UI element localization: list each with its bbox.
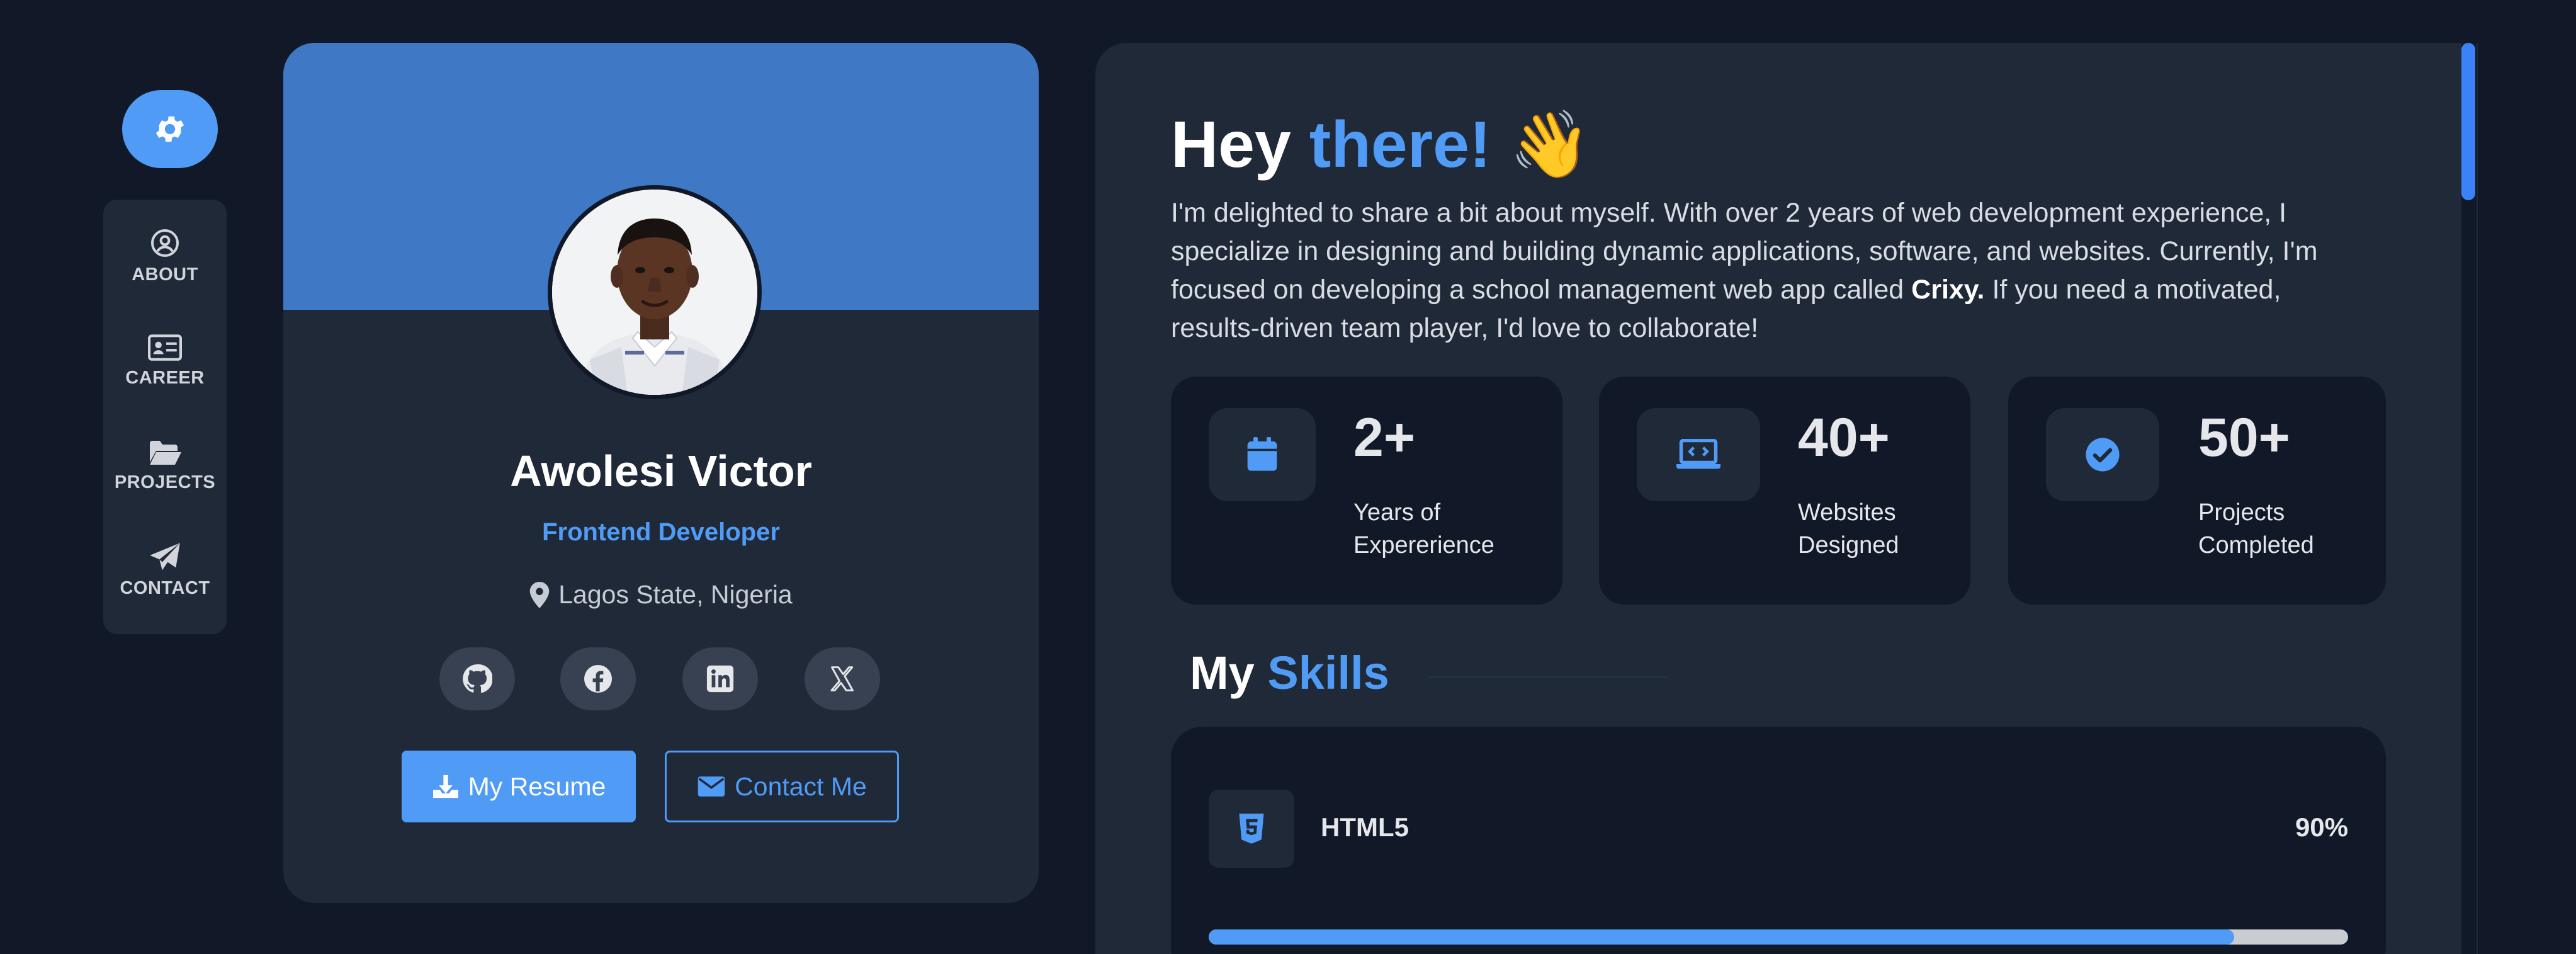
stat-card-projects: 50+ Projects Completed bbox=[2008, 377, 2386, 605]
profile-name: Awolesi Victor bbox=[510, 446, 812, 496]
skill-percent: 90% bbox=[2295, 812, 2348, 842]
stat-value-years: 2+ bbox=[1353, 407, 1416, 468]
profile-role: Frontend Developer bbox=[542, 518, 780, 546]
stat-value-websites: 40+ bbox=[1798, 407, 1890, 468]
skills-card: HTML5 90% bbox=[1171, 727, 2386, 954]
stat-card-websites: 40+ Websites Designed bbox=[1599, 377, 1970, 605]
skill-progress-fill bbox=[1209, 929, 2234, 945]
location-text: Lagos State, Nigeria bbox=[558, 580, 793, 609]
my-resume-label: My Resume bbox=[468, 771, 606, 801]
avatar-portrait bbox=[552, 190, 757, 395]
x-twitter-icon bbox=[830, 666, 854, 691]
stat-label-projects: Projects Completed bbox=[2198, 496, 2314, 562]
facebook-link[interactable] bbox=[560, 647, 636, 710]
map-pin-icon bbox=[529, 581, 550, 608]
stat-label-line: Expererience bbox=[1353, 532, 1494, 559]
nav-item-about[interactable]: ABOUT bbox=[103, 212, 227, 300]
nav-label-about: ABOUT bbox=[132, 264, 198, 285]
avatar bbox=[548, 185, 762, 399]
scrollbar-thumb[interactable] bbox=[2461, 43, 2475, 200]
paper-plane-icon bbox=[150, 542, 180, 571]
side-navigation: ABOUT CAREER PROJECTS CONTACT bbox=[103, 200, 227, 634]
gear-icon bbox=[155, 116, 184, 142]
stat-icon-box bbox=[1209, 408, 1316, 501]
about-panel: Hey there! 👋 I'm delighted to share a bi… bbox=[1095, 43, 2478, 954]
stat-label-line: Designed bbox=[1798, 532, 1899, 559]
x-link[interactable] bbox=[805, 647, 880, 710]
github-link[interactable] bbox=[439, 647, 515, 710]
skills-title-accent: Skills bbox=[1267, 647, 1389, 699]
calendar-icon bbox=[1247, 437, 1277, 471]
envelope-icon bbox=[698, 776, 725, 797]
check-circle-icon bbox=[2086, 438, 2120, 472]
profile-card: Awolesi Victor Frontend Developer Lagos … bbox=[283, 43, 1039, 903]
skills-divider bbox=[1428, 676, 1667, 678]
skill-progress-track bbox=[1209, 929, 2348, 945]
stat-value-projects: 50+ bbox=[2198, 407, 2290, 468]
stat-card-years: 2+ Years of Expererience bbox=[1171, 377, 1562, 605]
linkedin-icon bbox=[706, 665, 734, 693]
contact-me-label: Contact Me bbox=[735, 771, 867, 801]
stat-label-line: Projects bbox=[2198, 499, 2285, 526]
wave-emoji: 👋 bbox=[1509, 108, 1591, 181]
nav-label-projects: PROJECTS bbox=[114, 472, 216, 492]
my-resume-button[interactable]: My Resume bbox=[402, 751, 636, 822]
html5-icon bbox=[1239, 814, 1264, 844]
stat-label-years: Years of Expererience bbox=[1353, 496, 1494, 562]
nav-item-projects[interactable]: PROJECTS bbox=[103, 421, 227, 509]
intro-bold: Crixy. bbox=[1911, 275, 1985, 305]
laptop-code-icon bbox=[1676, 439, 1720, 469]
profile-location: Lagos State, Nigeria bbox=[283, 580, 1039, 610]
intro-paragraph: I'm delighted to share a bit about mysel… bbox=[1171, 194, 2329, 348]
nav-item-career[interactable]: CAREER bbox=[103, 317, 227, 405]
stat-label-line: Websites bbox=[1798, 499, 1896, 526]
skill-name: HTML5 bbox=[1321, 812, 1409, 842]
nav-label-contact: CONTACT bbox=[120, 577, 210, 598]
github-icon bbox=[463, 664, 492, 693]
stat-icon-box bbox=[2046, 408, 2159, 501]
greeting-accent: there! bbox=[1309, 108, 1491, 181]
settings-button[interactable] bbox=[122, 90, 218, 168]
stat-label-websites: Websites Designed bbox=[1798, 496, 1899, 562]
facebook-icon bbox=[584, 665, 612, 693]
skills-heading: My Skills bbox=[1190, 646, 1389, 700]
greeting-heading: Hey there! 👋 bbox=[1171, 107, 1591, 183]
user-circle-icon bbox=[151, 229, 179, 257]
id-card-icon bbox=[148, 334, 182, 361]
greeting-word: Hey bbox=[1171, 108, 1291, 181]
linkedin-link[interactable] bbox=[682, 647, 758, 710]
skill-icon-box bbox=[1209, 790, 1294, 868]
download-icon bbox=[432, 775, 458, 798]
nav-label-career: CAREER bbox=[125, 367, 205, 388]
folder-open-icon bbox=[150, 440, 181, 465]
stat-label-line: Years of bbox=[1353, 499, 1441, 526]
stat-label-line: Completed bbox=[2198, 532, 2314, 559]
skills-title-word: My bbox=[1190, 647, 1255, 699]
stat-icon-box bbox=[1637, 408, 1760, 501]
nav-item-contact[interactable]: CONTACT bbox=[103, 526, 227, 614]
contact-me-button[interactable]: Contact Me bbox=[665, 751, 899, 822]
